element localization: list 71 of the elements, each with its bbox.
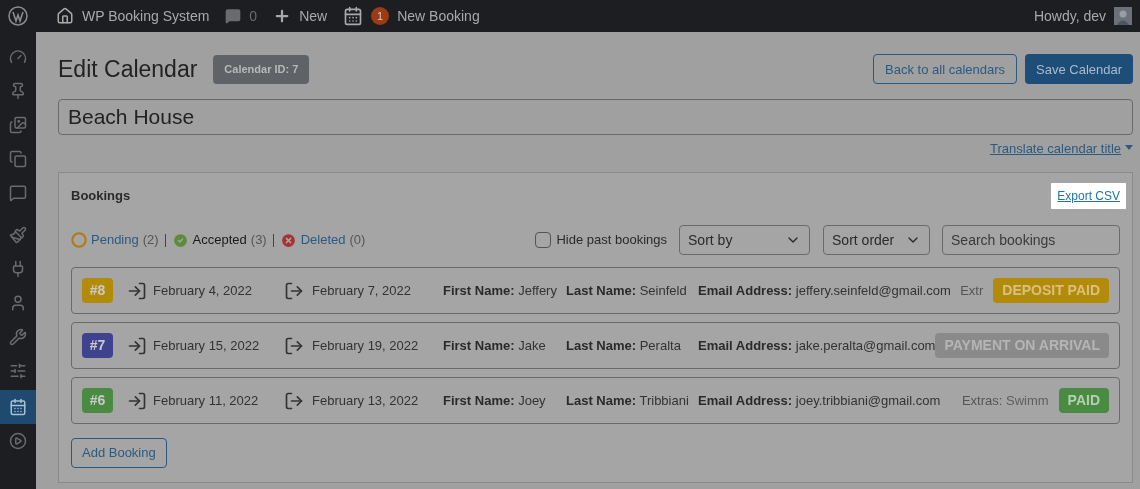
check-out-icon xyxy=(284,335,304,356)
payment-status-badge: DEPOSIT PAID xyxy=(993,278,1110,303)
booking-id-badge: #7 xyxy=(82,333,113,358)
user-icon xyxy=(9,294,27,312)
title-field[interactable]: Beach House xyxy=(58,98,1134,135)
check-in-date: February 15, 2022 xyxy=(153,336,261,355)
email-field: Email Address: jeffery.seinfeld@gmail.com xyxy=(698,280,951,301)
ring-icon xyxy=(71,232,87,248)
check-in-date: February 4, 2022 xyxy=(153,281,253,300)
check-in-date: February 11, 2022 xyxy=(153,391,260,410)
last-name-field: Last Name: Peralta xyxy=(566,335,698,356)
site-name-link[interactable]: WP Booking System xyxy=(82,5,210,27)
cross-icon xyxy=(279,231,297,249)
extras-field: Extras: Swimm xyxy=(961,390,1049,411)
export-csv-link[interactable]: Export CSV xyxy=(1051,183,1127,209)
sort-order-select[interactable]: Sort order xyxy=(823,225,931,255)
check-out-icon xyxy=(284,280,304,301)
sliders-icon xyxy=(9,362,27,380)
first-name-field: First Name: Joey xyxy=(443,390,566,411)
caret-icon xyxy=(1125,145,1134,152)
hide-past-checkbox[interactable]: Hide past bookings xyxy=(535,230,668,250)
check-out-icon xyxy=(284,390,304,411)
email-field: Email Address: jake.peralta@gmail.com xyxy=(698,335,936,356)
speech-bubble-icon xyxy=(9,184,27,202)
booking-row[interactable]: #8 February 4, 2022 February 7, 2022 First Name: Jeffery Last Name: Seinfeld Email Address: jeffery.seinfeld@gmail.com Extr DEPOSIT PAID xyxy=(71,267,1121,314)
new-link[interactable]: New xyxy=(299,5,328,27)
add-booking-button[interactable]: Add Booking xyxy=(71,438,167,468)
home-icon[interactable] xyxy=(56,7,74,25)
calendar-id-badge: Calendar ID: 7 xyxy=(213,55,310,84)
sort-by-select[interactable]: Sort by xyxy=(679,225,811,255)
check-in-icon xyxy=(127,280,147,301)
first-name-field: First Name: Jeffery xyxy=(443,280,566,301)
email-field: Email Address: joey.tribbiani@gmail.com xyxy=(698,390,941,411)
first-name-field: First Name: Jake xyxy=(443,335,566,356)
search-field[interactable]: Search bookings xyxy=(942,225,1121,255)
extras-field: Extr xyxy=(960,280,984,301)
last-name-field: Last Name: Seinfeld xyxy=(566,280,698,301)
save-button[interactable]: Save Calendar xyxy=(1025,54,1134,85)
booking-id-badge: #6 xyxy=(82,388,113,413)
notification-badge: 1 xyxy=(371,7,390,25)
status-filter[interactable]: Pending (2) xyxy=(71,230,159,250)
booking-id-badge: #8 xyxy=(82,278,113,303)
wordpress-logo-icon[interactable] xyxy=(8,6,28,26)
comment-icon[interactable] xyxy=(225,8,242,24)
dashboard-icon xyxy=(9,48,27,66)
check-out-date: February 7, 2022 xyxy=(312,281,412,300)
bookings-heading: Bookings xyxy=(71,187,131,206)
check-in-icon xyxy=(127,390,147,411)
greeting-link[interactable]: Howdy, dev xyxy=(1033,5,1106,27)
calendar-icon[interactable] xyxy=(343,6,364,26)
page-title: Edit Calendar xyxy=(58,55,198,84)
comment-count[interactable]: 0 xyxy=(249,5,258,27)
check-in-icon xyxy=(127,335,147,356)
media-icon xyxy=(9,116,27,134)
status-filter[interactable]: Deleted (0) xyxy=(279,230,366,250)
pin-icon xyxy=(9,82,27,100)
new-booking-link[interactable]: New Booking xyxy=(397,5,480,27)
booking-row[interactable]: #6 February 11, 2022 February 13, 2022 First Name: Joey Last Name: Tribbiani Email Address: joey.tribbiani@gmail.com Extras: Swimm PAID xyxy=(71,377,1121,424)
avatar[interactable] xyxy=(1114,7,1132,25)
status-filter[interactable]: Accepted (3) xyxy=(171,230,267,250)
last-name-field: Last Name: Tribbiani xyxy=(566,390,698,411)
sidebar-item[interactable] xyxy=(0,390,36,424)
calendar-icon xyxy=(9,398,27,416)
check-icon xyxy=(171,231,189,249)
payment-status-badge: PAID xyxy=(1058,388,1110,413)
check-out-date: February 19, 2022 xyxy=(312,336,420,355)
check-out-date: February 13, 2022 xyxy=(312,391,420,410)
wrench-icon xyxy=(9,328,27,346)
play-icon xyxy=(9,432,27,450)
brush-icon xyxy=(9,226,27,244)
pages-icon xyxy=(9,150,27,168)
